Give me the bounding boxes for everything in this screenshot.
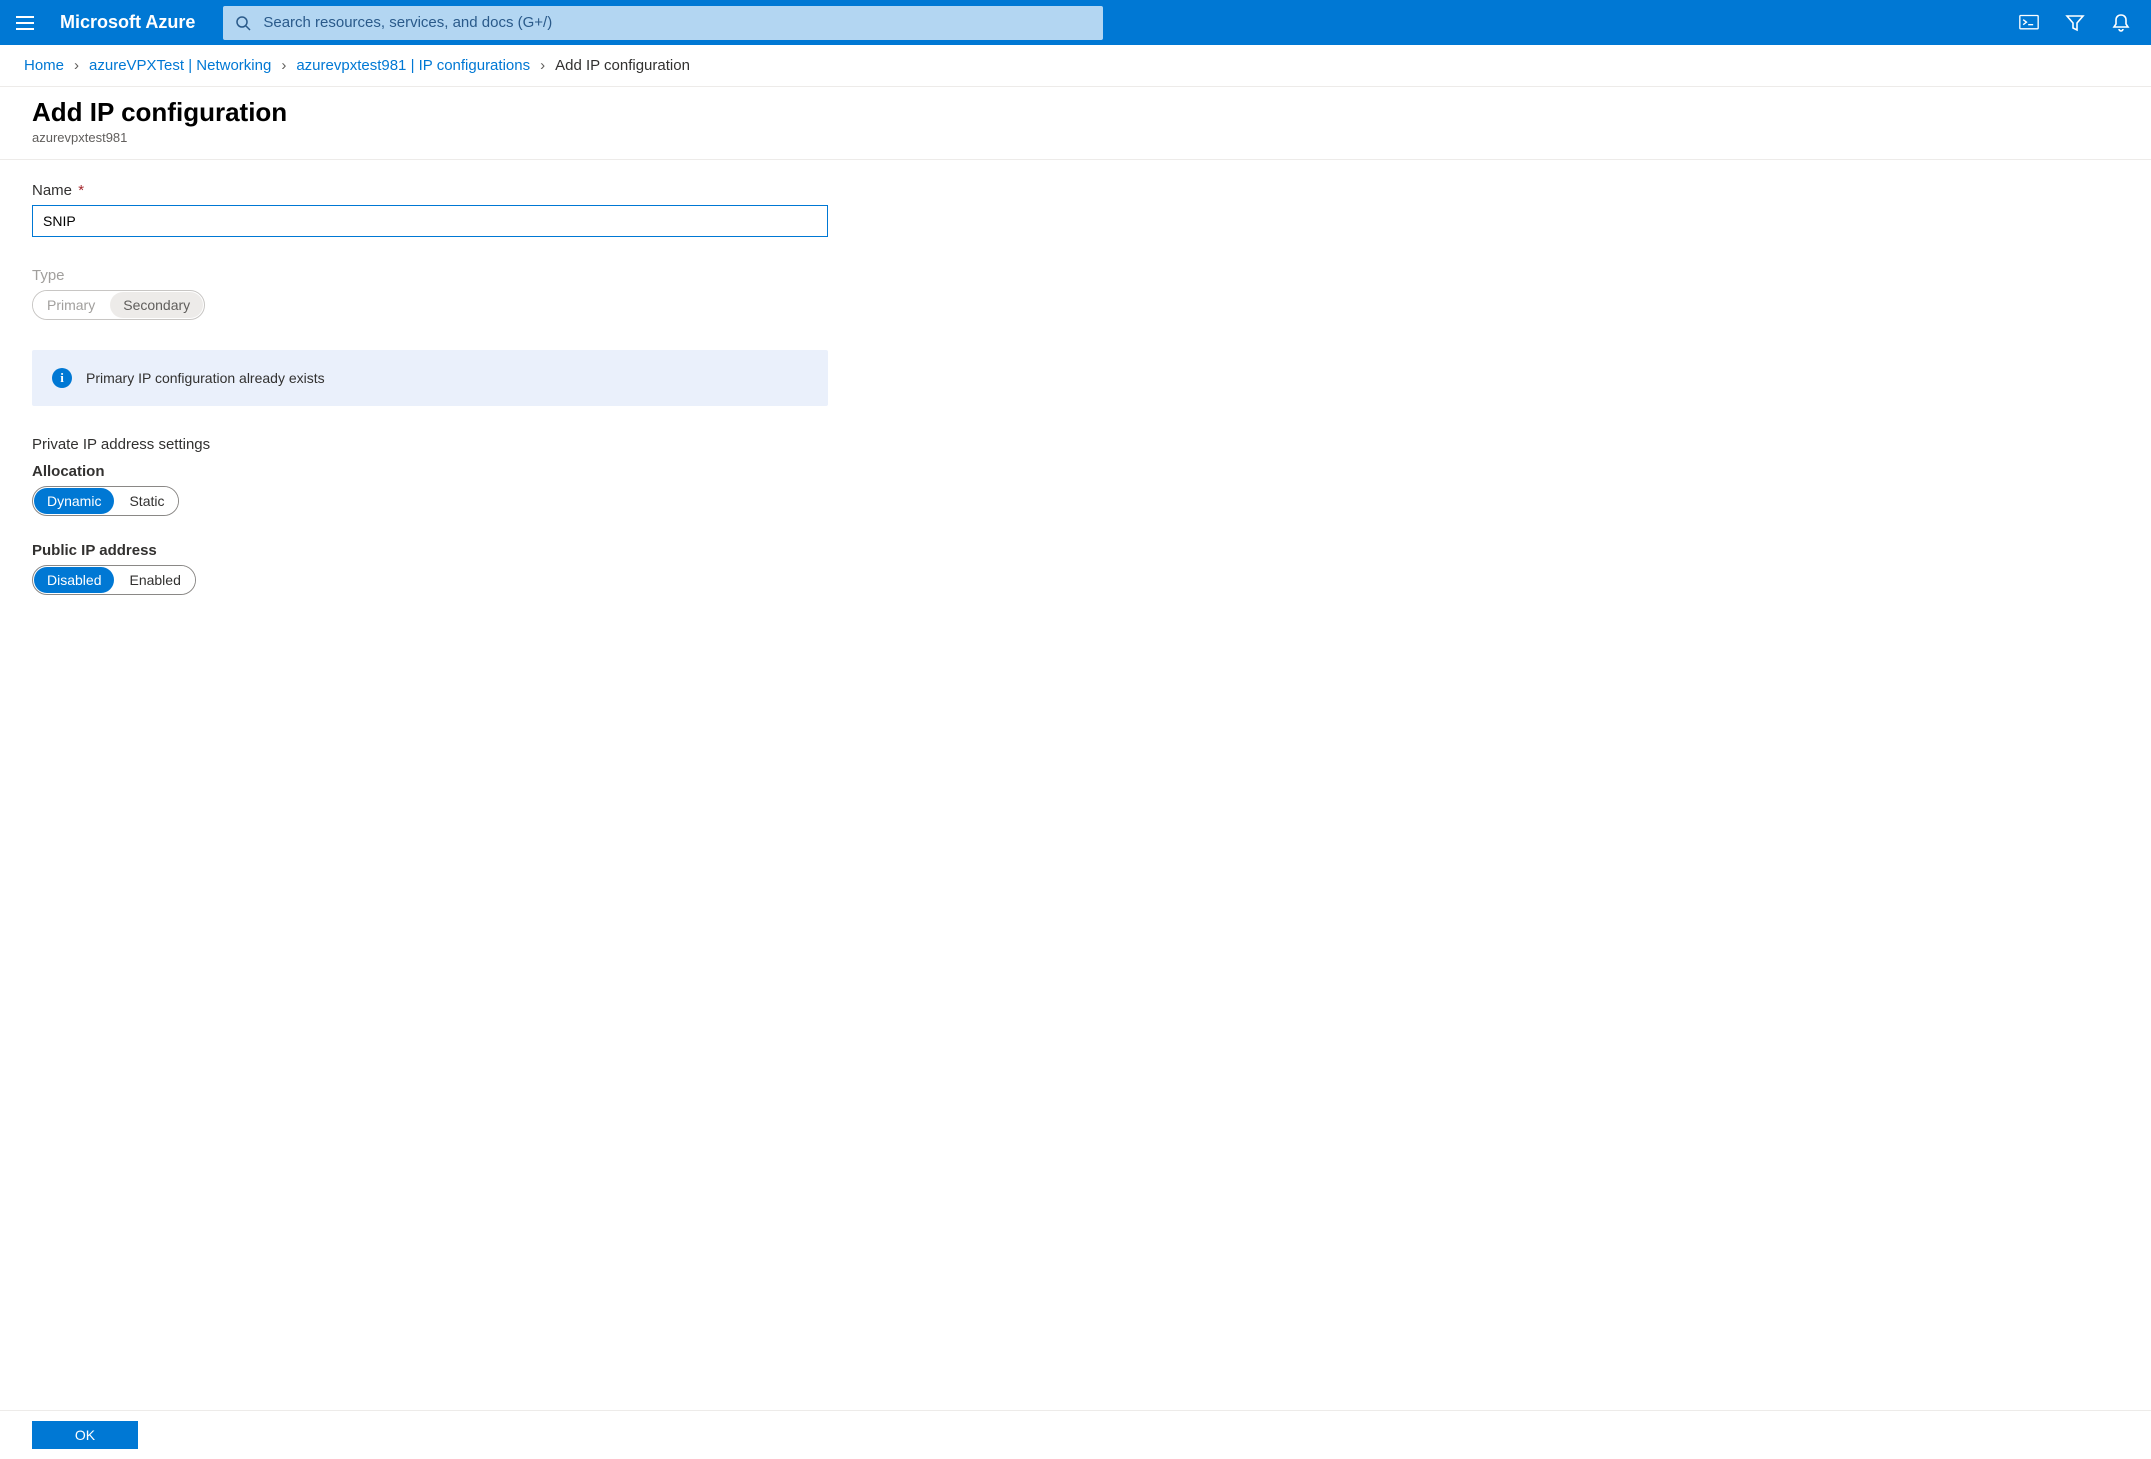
breadcrumb-home[interactable]: Home — [24, 57, 64, 74]
page-subtitle: azurevpxtest981 — [32, 130, 2119, 145]
type-option-primary: Primary — [33, 291, 109, 319]
required-marker: * — [78, 182, 84, 199]
public-ip-option-disabled[interactable]: Disabled — [34, 567, 114, 593]
allocation-option-static[interactable]: Static — [115, 487, 178, 515]
allocation-label: Allocation — [32, 463, 828, 480]
breadcrumb-networking[interactable]: azureVPXTest | Networking — [89, 57, 271, 74]
info-box: i Primary IP configuration already exist… — [32, 350, 828, 406]
ok-button[interactable]: OK — [32, 1421, 138, 1449]
name-input[interactable] — [32, 205, 828, 237]
breadcrumb: Home › azureVPXTest | Networking › azure… — [0, 45, 2151, 87]
info-message: Primary IP configuration already exists — [86, 370, 325, 386]
footer: OK — [0, 1410, 2151, 1459]
chevron-right-icon: › — [281, 57, 286, 74]
filter-icon[interactable] — [2065, 13, 2085, 33]
breadcrumb-current: Add IP configuration — [555, 57, 690, 74]
hamburger-menu-icon[interactable] — [16, 9, 44, 37]
private-ip-heading: Private IP address settings — [32, 436, 828, 453]
page-title: Add IP configuration — [32, 97, 2119, 128]
type-option-secondary: Secondary — [110, 292, 203, 318]
name-label: Name * — [32, 182, 828, 199]
field-public-ip: Public IP address Disabled Enabled — [32, 542, 828, 595]
brand-label[interactable]: Microsoft Azure — [60, 12, 195, 33]
cloud-shell-icon[interactable] — [2019, 13, 2039, 33]
top-actions — [2019, 13, 2141, 33]
field-name: Name * — [32, 182, 828, 237]
global-search[interactable] — [223, 6, 1103, 40]
info-icon: i — [52, 368, 72, 388]
type-toggle: Primary Secondary — [32, 290, 205, 320]
field-type: Type Primary Secondary — [32, 267, 828, 320]
form-body: Name * Type Primary Secondary i Primary … — [0, 160, 860, 643]
type-label: Type — [32, 267, 828, 284]
field-allocation: Allocation Dynamic Static — [32, 463, 828, 516]
allocation-toggle[interactable]: Dynamic Static — [32, 486, 179, 516]
chevron-right-icon: › — [74, 57, 79, 74]
breadcrumb-ip-configurations[interactable]: azurevpxtest981 | IP configurations — [296, 57, 530, 74]
top-bar: Microsoft Azure — [0, 0, 2151, 45]
search-icon — [235, 15, 251, 31]
chevron-right-icon: › — [540, 57, 545, 74]
notifications-icon[interactable] — [2111, 13, 2131, 33]
page-head: Add IP configuration azurevpxtest981 — [0, 87, 2151, 160]
public-ip-toggle[interactable]: Disabled Enabled — [32, 565, 196, 595]
search-input[interactable] — [263, 14, 1091, 31]
public-ip-label: Public IP address — [32, 542, 828, 559]
public-ip-option-enabled[interactable]: Enabled — [115, 566, 194, 594]
allocation-option-dynamic[interactable]: Dynamic — [34, 488, 114, 514]
